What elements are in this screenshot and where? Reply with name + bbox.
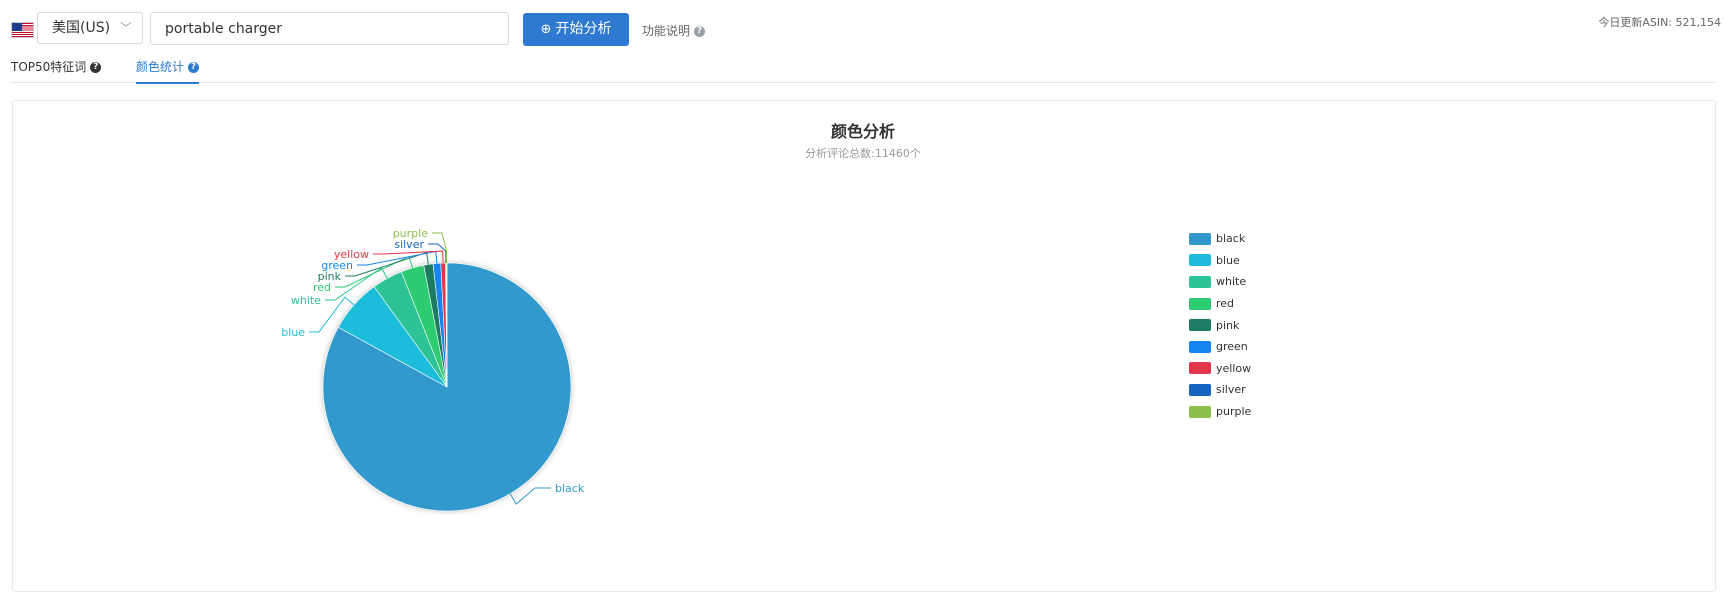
pie-label-yellow: yellow [334, 248, 369, 261]
legend-swatch [1189, 319, 1211, 332]
legend-item-silver[interactable]: silver [1189, 379, 1251, 401]
color-pie-chart: blackbluewhiteredpinkgreenyellowsilverpu… [281, 227, 585, 512]
legend-label: white [1216, 275, 1247, 289]
legend-label: blue [1216, 253, 1240, 267]
legend-swatch [1189, 254, 1211, 267]
legend-swatch [1189, 275, 1211, 288]
legend-label: pink [1216, 318, 1240, 332]
legend-item-purple[interactable]: purple [1189, 401, 1251, 423]
legend-item-black[interactable]: black [1189, 228, 1251, 250]
legend-swatch [1189, 405, 1211, 418]
legend-label: green [1216, 340, 1248, 354]
pie-label-blue: blue [281, 326, 305, 339]
legend-label: red [1216, 297, 1235, 311]
legend-label: yellow [1216, 361, 1252, 375]
legend-item-yellow[interactable]: yellow [1189, 358, 1251, 380]
chart-legend: black blue white red pink green yellow silver pu… [1189, 228, 1251, 422]
pie-label-black: black [555, 482, 585, 495]
pie-label-purple: purple [393, 227, 429, 240]
legend-item-green[interactable]: green [1189, 336, 1251, 358]
legend-swatch [1189, 232, 1211, 245]
pie-label-line-purple [432, 232, 448, 264]
pie-label-line-black [509, 487, 551, 505]
legend-label: purple [1216, 405, 1252, 419]
pie-label-white: white [291, 294, 321, 307]
legend-swatch [1189, 340, 1211, 353]
legend-swatch [1189, 383, 1211, 396]
legend-label: black [1216, 232, 1246, 246]
legend-label: silver [1216, 383, 1246, 397]
legend-swatch [1189, 297, 1211, 310]
legend-item-pink[interactable]: pink [1189, 314, 1251, 336]
legend-item-white[interactable]: white [1189, 271, 1251, 293]
legend-item-red[interactable]: red [1189, 293, 1251, 315]
legend-swatch [1189, 362, 1211, 375]
legend-item-blue[interactable]: blue [1189, 250, 1251, 272]
